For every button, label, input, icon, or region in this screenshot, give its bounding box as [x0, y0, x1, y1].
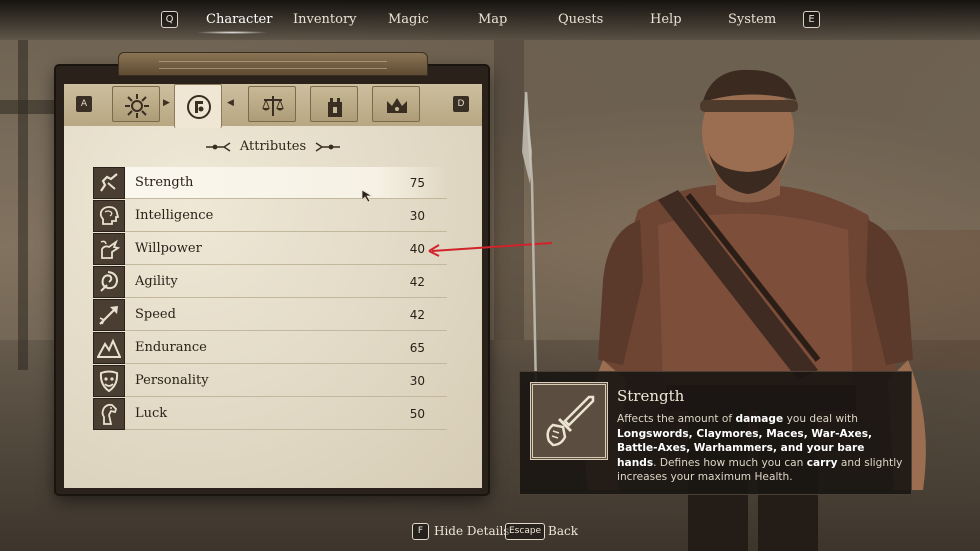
- nav-next-key[interactable]: E: [803, 11, 820, 28]
- nav-tab-system[interactable]: System: [728, 12, 776, 27]
- nav-tab-magic[interactable]: Magic: [388, 12, 429, 27]
- hide-details-key[interactable]: F: [412, 523, 429, 540]
- attribute-value: 75: [409, 176, 425, 190]
- nav-tab-map[interactable]: Map: [478, 12, 507, 27]
- detail-icon-frame: [530, 382, 608, 460]
- panel-ornament-plate: [118, 52, 428, 76]
- agility-swirl-icon: [100, 271, 119, 292]
- hide-details-button[interactable]: Hide Details: [434, 524, 509, 538]
- speed-arrow-icon: [99, 306, 118, 325]
- attribute-label: Strength: [135, 175, 194, 190]
- attribute-value: 42: [409, 308, 425, 322]
- attribute-icon: [93, 167, 125, 199]
- detail-text-bold: damage: [735, 413, 784, 425]
- attribute-row-speed[interactable]: Speed 42: [93, 299, 447, 331]
- detail-title: Strength: [617, 387, 685, 405]
- tab-scales[interactable]: [248, 86, 296, 122]
- attribute-value: 65: [409, 341, 425, 355]
- back-button[interactable]: Back: [548, 524, 578, 538]
- attribute-row-personality[interactable]: Personality 30: [93, 365, 447, 397]
- attribute-value: 30: [409, 209, 425, 223]
- attribute-label: Agility: [135, 274, 178, 289]
- nav-tab-quests[interactable]: Quests: [558, 12, 603, 27]
- attribute-icon: [93, 266, 125, 298]
- attribute-icon: [93, 200, 125, 232]
- luck-horse-icon: [101, 403, 118, 425]
- attribute-label: Willpower: [135, 241, 202, 256]
- attribute-label: Speed: [135, 307, 176, 322]
- detail-text-part: you deal with: [783, 413, 858, 425]
- nav-active-indicator: [196, 31, 268, 34]
- detail-text-part: . Defines how much you can: [653, 456, 807, 469]
- nav-prev-key[interactable]: Q: [161, 11, 178, 28]
- attribute-value: 42: [409, 275, 425, 289]
- brain-head-icon: [99, 206, 120, 225]
- personality-mask-icon: [99, 370, 119, 393]
- attribute-label: Personality: [135, 373, 209, 388]
- title-flourish-right-icon: [315, 142, 340, 152]
- attribute-value: 30: [409, 374, 425, 388]
- attribute-row-strength[interactable]: Strength 75: [93, 167, 447, 199]
- nav-tab-inventory[interactable]: Inventory: [293, 12, 357, 27]
- attribute-row-luck[interactable]: Luck 50: [93, 398, 447, 430]
- attribute-icon: [93, 233, 125, 265]
- willpower-hand-icon: [100, 239, 121, 259]
- attribute-icon: [93, 332, 125, 364]
- attribute-value: 50: [409, 407, 425, 421]
- endurance-mountain-icon: [97, 338, 121, 358]
- tab-right-arrow-icon: ◀: [227, 98, 234, 108]
- attribute-icon: [93, 398, 125, 430]
- sun-sigil-icon: [125, 94, 149, 118]
- attribute-icon: [93, 299, 125, 331]
- detail-description: Affects the amount of damage you deal wi…: [617, 412, 905, 485]
- character-crest-icon: [187, 95, 211, 119]
- attribute-icon: [93, 365, 125, 397]
- attribute-row-agility[interactable]: Agility 42: [93, 266, 447, 298]
- background-beam: [0, 100, 58, 114]
- tab-tower[interactable]: [310, 86, 358, 122]
- tab-character-crest[interactable]: [174, 84, 222, 128]
- tab-prev-key[interactable]: A: [76, 96, 92, 112]
- crown-icon: [387, 98, 407, 113]
- attribute-detail-box: Strength Affects the amount of damage yo…: [519, 371, 912, 495]
- nav-tab-help[interactable]: Help: [650, 12, 682, 27]
- background-post: [18, 40, 28, 370]
- strength-arm-icon: [100, 173, 118, 192]
- detail-text-bold: carry: [806, 456, 838, 469]
- mouse-cursor-icon: [361, 189, 374, 203]
- tower-icon: [328, 98, 342, 117]
- attribute-row-willpower[interactable]: Willpower 40: [93, 233, 447, 265]
- tab-sun-sigil[interactable]: [112, 86, 160, 122]
- attribute-value: 40: [409, 242, 425, 256]
- attribute-label: Intelligence: [135, 208, 214, 223]
- attribute-row-endurance[interactable]: Endurance 65: [93, 332, 447, 364]
- tab-left-arrow-icon: ▶: [163, 98, 170, 108]
- section-title: Attributes: [239, 139, 307, 154]
- detail-text-part: Affects the amount of: [617, 413, 736, 425]
- strength-sword-fist-icon: [546, 395, 595, 447]
- back-key[interactable]: Escape: [505, 523, 546, 540]
- tab-crown[interactable]: [372, 86, 420, 122]
- nav-tab-character[interactable]: Character: [206, 12, 272, 27]
- scales-icon: [262, 96, 284, 116]
- tab-next-key[interactable]: D: [453, 96, 469, 112]
- attribute-label: Endurance: [135, 340, 207, 355]
- attribute-label: Luck: [135, 406, 168, 421]
- attribute-row-intelligence[interactable]: Intelligence 30: [93, 200, 447, 232]
